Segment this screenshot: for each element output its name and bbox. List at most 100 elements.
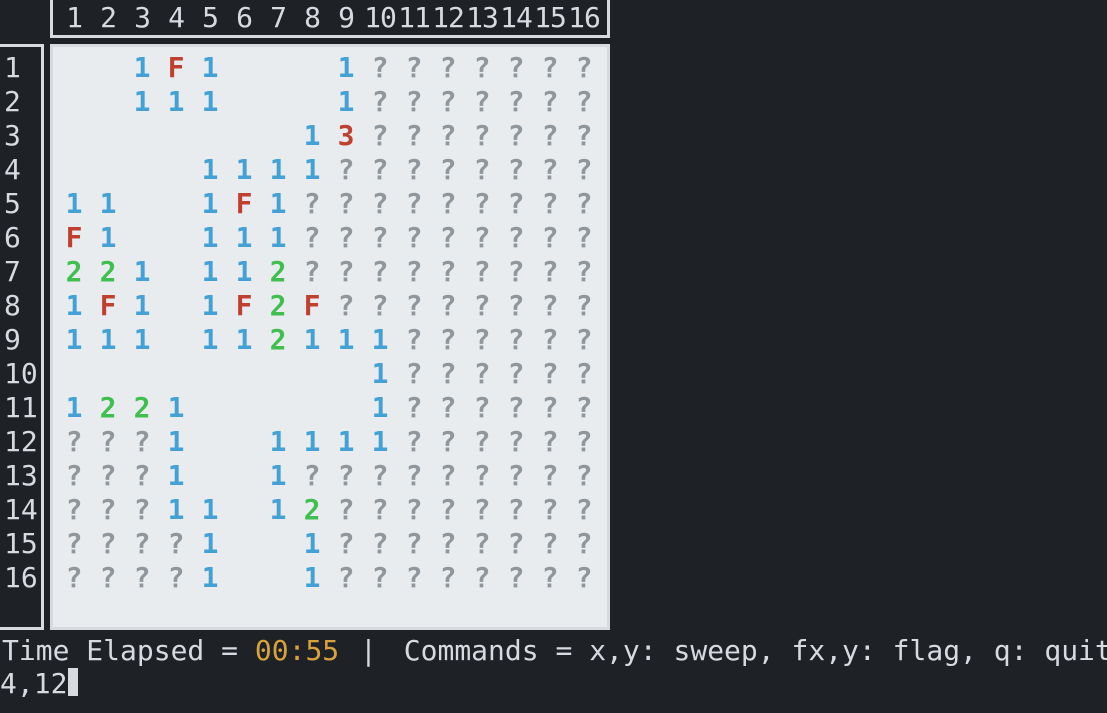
- cell[interactable]: ?: [363, 119, 397, 153]
- cell[interactable]: [295, 85, 329, 119]
- cell[interactable]: ?: [567, 153, 601, 187]
- cell[interactable]: ?: [431, 221, 465, 255]
- cell[interactable]: ?: [125, 425, 159, 459]
- cell[interactable]: ?: [159, 561, 193, 595]
- cell[interactable]: 1: [295, 527, 329, 561]
- cell[interactable]: ?: [533, 221, 567, 255]
- cell[interactable]: ?: [567, 391, 601, 425]
- cell[interactable]: ?: [397, 153, 431, 187]
- cell[interactable]: ?: [567, 85, 601, 119]
- cell[interactable]: ?: [465, 391, 499, 425]
- cell[interactable]: ?: [567, 459, 601, 493]
- cell[interactable]: ?: [533, 493, 567, 527]
- cell[interactable]: ?: [499, 357, 533, 391]
- cell[interactable]: ?: [533, 289, 567, 323]
- cell[interactable]: 1: [193, 255, 227, 289]
- cell[interactable]: 1: [57, 187, 91, 221]
- cell[interactable]: ?: [465, 561, 499, 595]
- cell[interactable]: [91, 85, 125, 119]
- cell[interactable]: ?: [329, 187, 363, 221]
- cell[interactable]: [57, 85, 91, 119]
- cell[interactable]: ?: [499, 221, 533, 255]
- cell[interactable]: ?: [397, 527, 431, 561]
- cell[interactable]: ?: [567, 425, 601, 459]
- cell[interactable]: 1: [295, 425, 329, 459]
- cell[interactable]: 1: [57, 289, 91, 323]
- cell[interactable]: ?: [397, 289, 431, 323]
- cell[interactable]: ?: [329, 255, 363, 289]
- cell[interactable]: 2: [125, 391, 159, 425]
- cell[interactable]: ?: [397, 323, 431, 357]
- cell[interactable]: ?: [329, 289, 363, 323]
- cell[interactable]: ?: [397, 459, 431, 493]
- cell[interactable]: ?: [329, 493, 363, 527]
- cell[interactable]: [261, 119, 295, 153]
- cell[interactable]: 1: [193, 221, 227, 255]
- cell[interactable]: ?: [125, 561, 159, 595]
- cell[interactable]: ?: [499, 459, 533, 493]
- cell[interactable]: 1: [57, 391, 91, 425]
- cell[interactable]: [125, 187, 159, 221]
- cell[interactable]: ?: [397, 357, 431, 391]
- cell[interactable]: 1: [91, 323, 125, 357]
- cell[interactable]: [159, 119, 193, 153]
- cell[interactable]: ?: [159, 527, 193, 561]
- cell[interactable]: ?: [533, 323, 567, 357]
- cell[interactable]: 1: [329, 323, 363, 357]
- cell[interactable]: 1: [193, 561, 227, 595]
- cell[interactable]: ?: [295, 459, 329, 493]
- cell[interactable]: [91, 119, 125, 153]
- cell[interactable]: [227, 391, 261, 425]
- cell[interactable]: ?: [57, 425, 91, 459]
- cell[interactable]: ?: [465, 459, 499, 493]
- cell[interactable]: [125, 357, 159, 391]
- cell[interactable]: ?: [567, 255, 601, 289]
- cell[interactable]: ?: [533, 51, 567, 85]
- cell[interactable]: ?: [431, 459, 465, 493]
- cell[interactable]: ?: [465, 527, 499, 561]
- cell[interactable]: 1: [125, 323, 159, 357]
- cell[interactable]: ?: [431, 255, 465, 289]
- cell[interactable]: 2: [261, 289, 295, 323]
- cell[interactable]: [227, 119, 261, 153]
- cell[interactable]: ?: [431, 119, 465, 153]
- cell[interactable]: ?: [329, 459, 363, 493]
- cell[interactable]: ?: [363, 187, 397, 221]
- cell[interactable]: 1: [227, 153, 261, 187]
- cell[interactable]: 1: [193, 51, 227, 85]
- cell[interactable]: [159, 255, 193, 289]
- cell[interactable]: ?: [465, 255, 499, 289]
- cell[interactable]: [125, 119, 159, 153]
- cell[interactable]: ?: [363, 561, 397, 595]
- cell[interactable]: 2: [91, 391, 125, 425]
- cell[interactable]: [193, 391, 227, 425]
- cell[interactable]: [159, 153, 193, 187]
- cell[interactable]: ?: [567, 561, 601, 595]
- cell[interactable]: 1: [125, 289, 159, 323]
- cell[interactable]: F: [227, 289, 261, 323]
- cell[interactable]: ?: [533, 357, 567, 391]
- cell[interactable]: ?: [499, 391, 533, 425]
- cell[interactable]: ?: [499, 85, 533, 119]
- cell[interactable]: 1: [261, 153, 295, 187]
- cell[interactable]: 1: [159, 493, 193, 527]
- cell[interactable]: ?: [567, 119, 601, 153]
- cell[interactable]: ?: [465, 85, 499, 119]
- input-line[interactable]: 4,12: [0, 667, 1107, 700]
- cell[interactable]: [159, 289, 193, 323]
- cell[interactable]: [125, 221, 159, 255]
- cell[interactable]: 1: [193, 289, 227, 323]
- cell[interactable]: ?: [499, 323, 533, 357]
- cell[interactable]: [295, 391, 329, 425]
- cell[interactable]: ?: [567, 221, 601, 255]
- cell[interactable]: ?: [465, 187, 499, 221]
- cell[interactable]: [193, 459, 227, 493]
- cell[interactable]: ?: [465, 51, 499, 85]
- cell[interactable]: 1: [261, 187, 295, 221]
- cell[interactable]: 1: [159, 391, 193, 425]
- cell[interactable]: ?: [499, 255, 533, 289]
- cell[interactable]: 1: [125, 51, 159, 85]
- cell[interactable]: 1: [57, 323, 91, 357]
- cell[interactable]: ?: [295, 255, 329, 289]
- cell[interactable]: 1: [227, 255, 261, 289]
